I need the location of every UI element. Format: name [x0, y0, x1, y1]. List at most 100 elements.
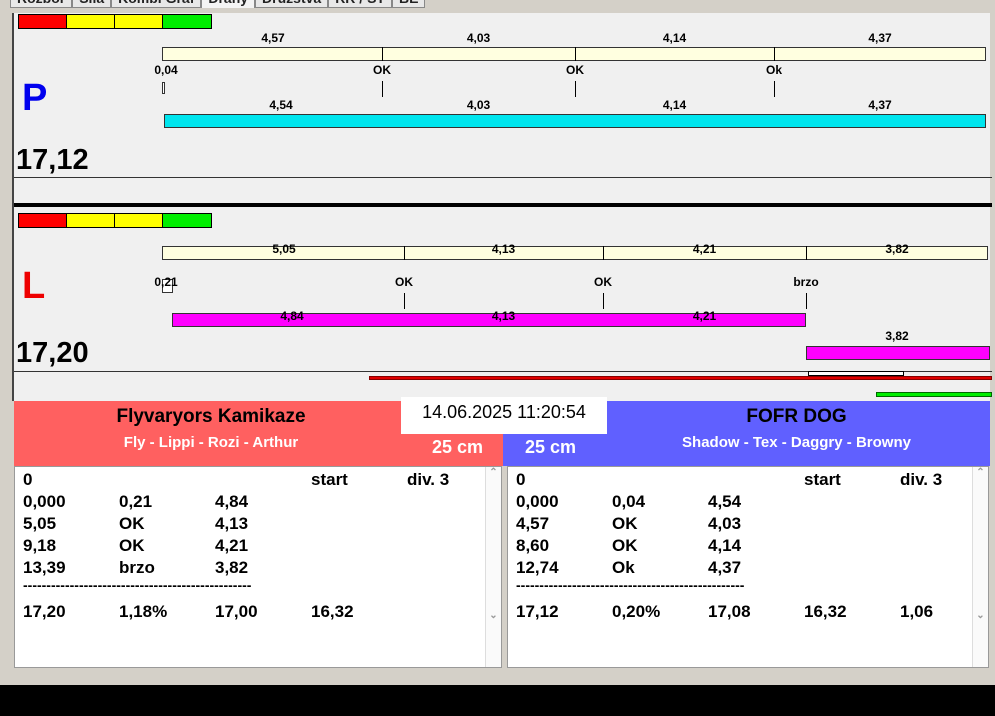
- lane-l: 3,82 5,05 4,13 4,21 3,82 0,21 OK OK brzo 4,84 4,1…: [14, 207, 992, 401]
- split-tick: [404, 246, 405, 260]
- cell: 0: [516, 470, 526, 489]
- cell: 16,32: [804, 602, 847, 621]
- separator: ----------------------------------------…: [23, 577, 252, 593]
- split-tick: [806, 293, 807, 309]
- cell: 1,06: [900, 602, 934, 621]
- cell: Ok: [612, 558, 635, 577]
- split-tick: [774, 81, 775, 97]
- list-row: 0,000 0,21 4,84: [23, 492, 311, 512]
- team-name: Flyvaryors Kamikaze: [116, 406, 306, 427]
- scrollbar[interactable]: ⌃ ⌄: [972, 467, 988, 667]
- cell: start: [804, 470, 841, 489]
- list-row: 8,60 OK 4,14: [516, 536, 804, 556]
- list-row: 13,39 brzo 3,82: [23, 558, 311, 578]
- cell: div. 3: [900, 470, 943, 489]
- total-row: 17,12 0,20% 17,08 16,32 1,06: [516, 602, 995, 622]
- run-label: 4,54: [269, 98, 293, 112]
- run-label: 4,13: [491, 309, 516, 323]
- split-label: 4,14: [662, 31, 687, 45]
- taskbar: [0, 685, 995, 716]
- list-row: 4,57 OK 4,03: [516, 514, 804, 534]
- cell: 17,12: [516, 602, 559, 621]
- split-status: OK: [594, 275, 612, 289]
- cell: OK: [612, 536, 638, 555]
- split-label: 5,05: [272, 242, 296, 256]
- cell: OK: [119, 514, 145, 533]
- split-tick: [382, 81, 383, 97]
- cell: 3,82: [215, 558, 249, 577]
- run-bar-extra: [806, 346, 990, 360]
- cell: [708, 470, 804, 490]
- team-name: FOFR DOG: [746, 406, 847, 427]
- run-bar: [164, 114, 986, 128]
- lane-letter: L: [22, 265, 46, 307]
- split-status: brzo: [793, 275, 819, 289]
- tab-6[interactable]: BE: [391, 0, 426, 8]
- cell: [407, 602, 503, 622]
- total-row: 17,20 1,18% 17,00 16,32: [23, 602, 503, 622]
- cell: 4,54: [708, 492, 742, 511]
- split-status: 0,21: [154, 275, 178, 289]
- semaphore: [18, 14, 212, 29]
- list-row: 9,18 OK 4,21: [23, 536, 311, 556]
- tab-2[interactable]: Kombi Graf: [111, 0, 202, 8]
- cell: 5,05: [23, 514, 57, 533]
- run-label: 4,21: [692, 309, 717, 323]
- cell: 17,20: [23, 602, 66, 621]
- tab-1[interactable]: Síla: [72, 0, 112, 8]
- height-cm: 25 cm: [431, 437, 483, 457]
- split-label: 4,37: [868, 31, 892, 45]
- split-tick: [806, 246, 807, 260]
- cell: 0,000: [516, 492, 559, 511]
- split-tick: [575, 81, 576, 97]
- split-label: 4,21: [692, 242, 717, 256]
- split-status: OK: [373, 63, 391, 77]
- tab-3[interactable]: Dráhy: [201, 0, 256, 8]
- list-row: 12,74 Ok 4,37: [516, 558, 804, 578]
- split-tick: [382, 47, 383, 61]
- cell: 12,74: [516, 558, 559, 577]
- lane-p: 4,57 4,03 4,14 4,37 0,04 OK OK Ok 4,54 4,03 4,14 4,…: [14, 13, 992, 207]
- split-tick: [603, 246, 604, 260]
- team-dogs: Shadow - Tex - Daggry - Browny: [682, 434, 911, 451]
- list-row: 5,05 OK 4,13: [23, 514, 311, 534]
- tab-5[interactable]: RR / ST: [328, 0, 392, 8]
- split-status: OK: [395, 275, 413, 289]
- split-bar-top: [162, 47, 986, 61]
- cell: start: [311, 470, 348, 489]
- split-tick: [603, 293, 604, 309]
- cell: 0: [23, 470, 33, 489]
- cell: 17,00: [215, 602, 258, 621]
- run-label: 4,84: [280, 309, 304, 323]
- semaphore: [18, 213, 212, 228]
- lane-time: 17,20: [16, 337, 89, 369]
- split-status: Ok: [765, 63, 783, 77]
- tab-0[interactable]: Rozbor: [10, 0, 73, 8]
- split-label: 3,82: [885, 242, 909, 256]
- tab-4[interactable]: Družstva: [255, 0, 329, 8]
- cell: [119, 470, 215, 490]
- cell: 4,21: [215, 536, 249, 555]
- cell: div. 3: [407, 470, 450, 489]
- cell: 8,60: [516, 536, 550, 555]
- team-dogs: Fly - Lippi - Rozi - Arthur: [123, 434, 299, 451]
- cell: 16,32: [311, 602, 354, 621]
- cell: 4,14: [708, 536, 742, 555]
- list-header-row: 0 start div. 3: [516, 470, 995, 490]
- cell: 4,03: [708, 514, 742, 533]
- extra-label: 3,82: [885, 329, 909, 343]
- cell: 4,13: [215, 514, 249, 533]
- list-row: 0,000 0,04 4,54: [516, 492, 804, 512]
- right-results-list[interactable]: ⌃ ⌄ 0 start div. 3 0,000 0,04 4,54 4,57 OK 4,03 8,6…: [507, 466, 989, 668]
- scrollbar[interactable]: ⌃ ⌄: [485, 467, 501, 667]
- lane-letter: P: [22, 77, 48, 119]
- cell: [612, 470, 708, 490]
- split-tick: [774, 47, 775, 61]
- cell: 0,04: [612, 492, 646, 511]
- separator: ----------------------------------------…: [516, 577, 745, 593]
- datetime: 14.06.2025 11:20:54: [401, 397, 607, 434]
- cell: brzo: [119, 558, 155, 577]
- split-status: 0,04: [154, 63, 178, 77]
- left-results-list[interactable]: ⌃ ⌄ 0 start div. 3 0,000 0,21 4,84 5,05 OK 4,13 9,1…: [14, 466, 502, 668]
- lanes-area: 4,57 4,03 4,14 4,37 0,04 OK OK Ok 4,54 4,03 4,14 4,…: [12, 13, 992, 401]
